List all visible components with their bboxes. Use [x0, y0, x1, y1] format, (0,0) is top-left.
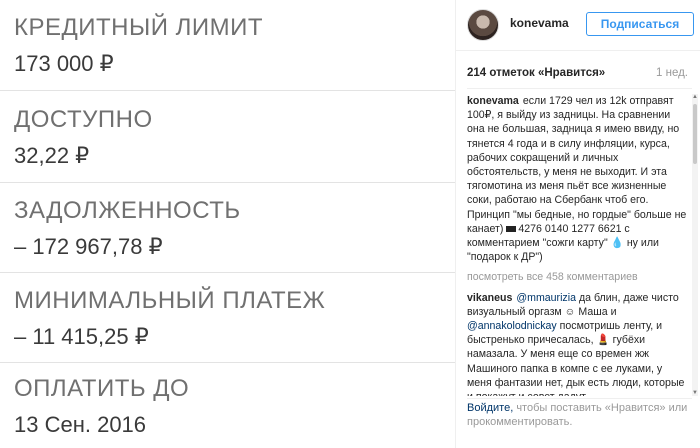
divider [0, 90, 455, 91]
view-all-comments-link[interactable]: посмотреть все 458 комментариев [467, 270, 689, 284]
credit-limit-field: КРЕДИТНЫЙ ЛИМИТ 173 000 ₽ [14, 14, 263, 78]
comment-item: vikaneus @mmaurizia да блин, даже чисто в… [467, 291, 689, 396]
debt-label: ЗАДОЛЖЕННОСТЬ [14, 197, 241, 224]
available-label: ДОСТУПНО [14, 106, 153, 133]
min-payment-field: МИНИМАЛЬНЫЙ ПЛАТЕЖ – 11 415,25 ₽ [14, 287, 325, 351]
card-icon [506, 226, 517, 233]
likes-divider [467, 88, 692, 89]
caption-username[interactable]: konevama [467, 95, 519, 107]
comments-scrollbar[interactable]: ▲ ▼ [692, 94, 698, 396]
header-divider [456, 50, 700, 51]
min-payment-label: МИНИМАЛЬНЫЙ ПЛАТЕЖ [14, 287, 326, 314]
due-date-field: ОПЛАТИТЬ ДО 13 Сен. 2016 [14, 375, 189, 439]
likes-count[interactable]: 214 отметок «Нравится» [467, 67, 605, 79]
divider [0, 362, 455, 363]
credit-limit-label: КРЕДИТНЫЙ ЛИМИТ [14, 14, 264, 41]
card-info-panel: КРЕДИТНЫЙ ЛИМИТ 173 000 ₽ ДОСТУПНО 32,22… [0, 0, 455, 448]
debt-value: – 172 967,78 ₽ [14, 234, 163, 259]
post-username[interactable]: konevama [510, 16, 569, 30]
caption-text: если 1729 чел из 12k отправят 100₽, я вы… [467, 95, 687, 235]
post-age[interactable]: 1 нед. [656, 67, 688, 79]
scroll-up-icon[interactable]: ▲ [692, 94, 698, 100]
scroll-down-icon[interactable]: ▼ [692, 390, 698, 396]
scrollbar-thumb[interactable] [693, 104, 697, 164]
login-link[interactable]: Войдите, [467, 402, 513, 414]
due-date-label: ОПЛАТИТЬ ДО [14, 375, 190, 402]
mention-link[interactable]: @annakolodnickay [467, 320, 557, 332]
min-payment-value: – 11 415,25 ₽ [14, 324, 149, 349]
comments-list[interactable]: konevama если 1729 чел из 12k отправят 10… [467, 94, 689, 396]
due-date-value: 13 Сен. 2016 [14, 412, 147, 437]
caption: konevama если 1729 чел из 12k отправят 10… [467, 94, 689, 264]
debt-field: ЗАДОЛЖЕННОСТЬ – 172 967,78 ₽ [14, 197, 241, 261]
mention-link[interactable]: @mmaurizia [516, 292, 576, 304]
drop-icon: 💧 [610, 237, 624, 250]
footer-divider [467, 398, 692, 399]
follow-button[interactable]: Подписаться [586, 12, 694, 36]
available-field: ДОСТУПНО 32,22 ₽ [14, 106, 153, 170]
post-header: konevama Подписаться [456, 0, 700, 50]
credit-limit-value: 173 000 ₽ [14, 51, 114, 76]
login-prompt: Войдите, чтобы поставить «Нравится» или … [467, 402, 692, 429]
avatar[interactable] [467, 9, 499, 41]
available-value: 32,22 ₽ [14, 143, 90, 168]
comment-username[interactable]: vikaneus [467, 292, 512, 304]
instagram-post-panel: konevama Подписаться 214 отметок «Нравит… [455, 0, 700, 448]
divider [0, 182, 455, 183]
divider [0, 272, 455, 273]
